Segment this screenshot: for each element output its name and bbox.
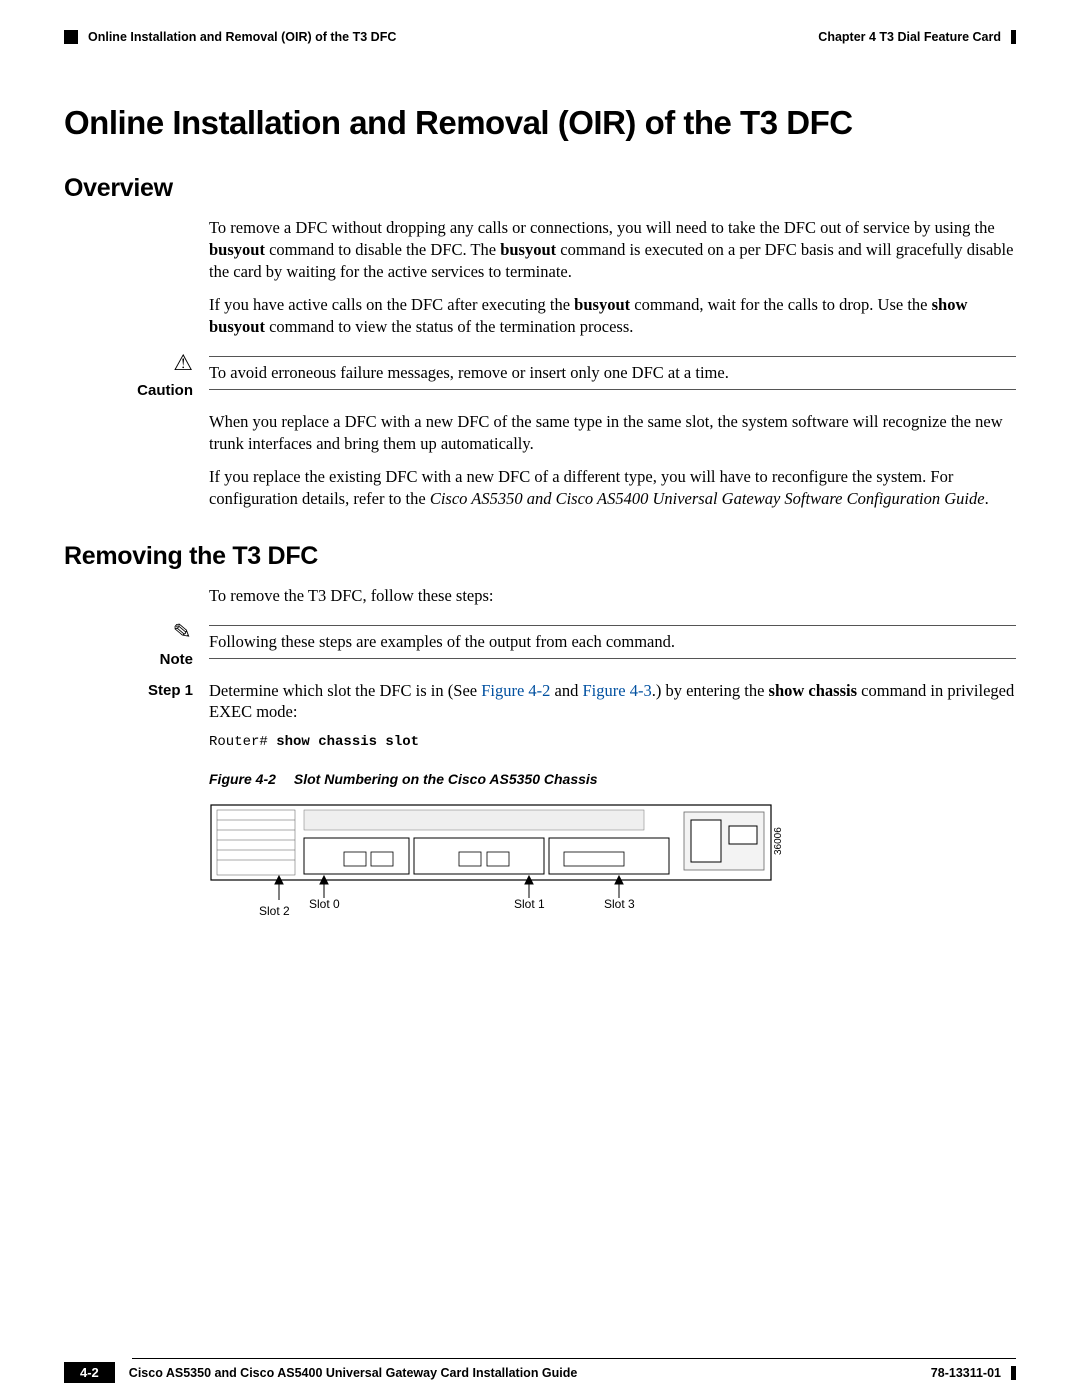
note-rule-bottom — [209, 658, 1016, 659]
step-1-label: Step 1 — [64, 680, 209, 699]
page-number: 4-2 — [64, 1362, 115, 1383]
code-prompt: Router# — [209, 734, 276, 750]
page-title: Online Installation and Removal (OIR) of… — [64, 104, 1016, 142]
figure-id: 36006 — [773, 827, 784, 855]
overview-p3: When you replace a DFC with a new DFC of… — [209, 411, 1016, 455]
overview-p1: To remove a DFC without dropping any cal… — [209, 217, 1016, 282]
caution-label: Caution — [137, 382, 193, 399]
code-block: Router# show chassis slot — [209, 733, 1016, 751]
overview-heading: Overview — [64, 174, 1016, 203]
header-chapter: Chapter 4 T3 Dial Feature Card — [818, 30, 1001, 44]
caution-rule-top — [209, 356, 1016, 357]
note-icon: ✎ — [171, 618, 192, 646]
link-figure-4-2[interactable]: Figure 4-2 — [481, 681, 550, 700]
removing-heading: Removing the T3 DFC — [64, 542, 1016, 571]
slot-3-label: Slot 3 — [604, 897, 635, 911]
slot-0-label: Slot 0 — [309, 897, 340, 911]
figure-caption: Figure 4-2 Slot Numbering on the Cisco AS… — [209, 770, 1016, 788]
caution-callout: ⚠ Caution To avoid erroneous failure mes… — [64, 350, 1016, 399]
footer-docid: 78-13311-01 — [931, 1366, 1001, 1380]
header-bar-icon — [1011, 30, 1016, 44]
note-text: Following these steps are examples of th… — [209, 632, 1016, 652]
footer-guide-title: Cisco AS5350 and Cisco AS5400 Universal … — [129, 1366, 578, 1380]
header-square-icon — [64, 30, 78, 44]
caution-icon: ⚠ — [173, 350, 193, 376]
header-section-title: Online Installation and Removal (OIR) of… — [88, 30, 396, 44]
figure-title: Slot Numbering on the Cisco AS5350 Chass… — [294, 771, 598, 787]
note-callout: ✎ Note Following these steps are example… — [64, 619, 1016, 668]
link-figure-4-3[interactable]: Figure 4-3 — [583, 681, 652, 700]
overview-p2: If you have active calls on the DFC afte… — [209, 294, 1016, 338]
chassis-figure: Slot 2 Slot 0 Slot 1 Slot 3 36006 — [209, 800, 1016, 936]
page-footer: 4-2 Cisco AS5350 and Cisco AS5400 Univer… — [64, 1358, 1016, 1383]
note-rule-top — [209, 625, 1016, 626]
step-1: Step 1 Determine which slot the DFC is i… — [64, 680, 1016, 946]
figure-number: Figure 4-2 — [209, 771, 276, 787]
overview-p4: If you replace the existing DFC with a n… — [209, 466, 1016, 510]
page-header: Online Installation and Removal (OIR) of… — [64, 30, 1016, 44]
footer-bar-icon — [1011, 1366, 1016, 1380]
slot-1-label: Slot 1 — [514, 897, 545, 911]
caution-text: To avoid erroneous failure messages, rem… — [209, 363, 1016, 383]
removing-intro: To remove the T3 DFC, follow these steps… — [209, 585, 1016, 607]
code-command: show chassis slot — [276, 734, 419, 750]
slot-2-label: Slot 2 — [259, 904, 290, 918]
note-label: Note — [160, 651, 193, 668]
caution-rule-bottom — [209, 389, 1016, 390]
